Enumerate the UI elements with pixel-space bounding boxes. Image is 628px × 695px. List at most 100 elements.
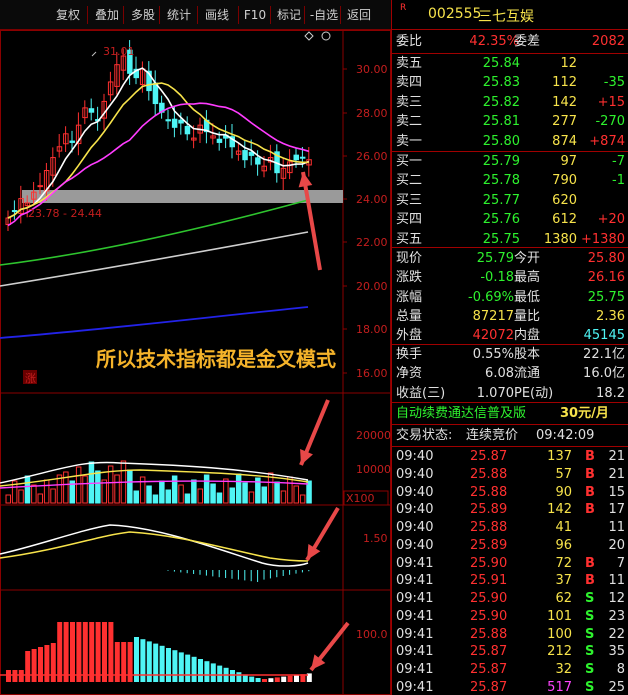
- stat-value: 26.16: [587, 270, 625, 286]
- kdj-bar: [146, 641, 152, 682]
- weibi-value: 42.35%: [469, 34, 519, 49]
- stat2-label: 股本: [514, 347, 541, 362]
- kdj-bar: [230, 670, 235, 682]
- stat-label: 现价: [396, 251, 423, 266]
- kline-chart-area[interactable]: 30.00 28.00 26.00 24.00 22.00 20.00 18.00 16.00…: [0, 30, 391, 695]
- candle-body: [165, 119, 171, 122]
- toolbar-separator: [340, 6, 341, 24]
- volume-bar: [5, 494, 11, 504]
- volume-bar: [299, 494, 306, 504]
- bid-change: -7: [612, 154, 625, 169]
- divider: [392, 424, 628, 425]
- kdj-bar: [274, 677, 280, 682]
- stat-label: 最高: [514, 270, 541, 286]
- bid-price: 25.76: [482, 212, 520, 228]
- toolbar-button[interactable]: 标记: [273, 5, 305, 25]
- ask-price: 25.83: [482, 75, 520, 91]
- volume-bar: [229, 487, 235, 504]
- stat-value: 25.80: [587, 251, 625, 266]
- kdj-axis-label: 100.0: [356, 628, 388, 641]
- kdj-bar: [268, 678, 274, 682]
- kdj-bar: [114, 642, 120, 682]
- stat2-row: 换手 0.55% 股本 22.1亿: [392, 345, 628, 365]
- stat2-label: 净资: [396, 366, 423, 382]
- volume-unit-label: X100: [346, 492, 375, 505]
- stock-name: 三七互娱: [478, 9, 534, 25]
- ask-price: 25.84: [482, 56, 520, 71]
- stat-value: 87217: [472, 308, 514, 324]
- kdj-bar: [6, 670, 11, 682]
- status-time: 09:42:09: [536, 428, 595, 443]
- toolbar-button[interactable]: 多股: [126, 5, 160, 25]
- stat2-row: 净资 6.08 流通 16.0亿: [392, 364, 628, 384]
- volume-bar: [261, 486, 267, 504]
- bid-volume: 620: [552, 192, 577, 208]
- tick-direction: S: [585, 679, 595, 695]
- diamond-icon[interactable]: [304, 31, 314, 41]
- range-label: 23.78 - 24.44: [28, 207, 102, 220]
- ask-change: -270: [595, 114, 625, 130]
- toolbar-button[interactable]: 复权: [51, 5, 85, 25]
- stat-row: 总量 87217 量比 2.36: [392, 307, 628, 327]
- candle-body: [216, 138, 223, 143]
- kdj-bar: [191, 656, 197, 682]
- ask-row: 卖四 25.83 112 -35: [392, 73, 628, 93]
- divider: [392, 247, 628, 248]
- toolbar-button[interactable]: -自选: [307, 5, 341, 25]
- bid-row: 买一 25.79 97 -7: [392, 152, 628, 172]
- volume-bar: [242, 482, 248, 504]
- kdj-bar: [57, 622, 63, 682]
- candle-body: [184, 125, 191, 135]
- volume-bar: [139, 476, 146, 504]
- volume-bar: [127, 469, 133, 504]
- kdj-bar: [217, 665, 223, 682]
- toolbar-button[interactable]: 返回: [343, 5, 375, 25]
- stock-code: 002555: [428, 6, 482, 22]
- toolbar-button[interactable]: 叠加: [90, 5, 124, 25]
- candle-body: [178, 119, 184, 124]
- circle-icon[interactable]: [321, 31, 331, 41]
- promo-row: 自动续费通达信普及版 30元/月: [392, 404, 628, 424]
- stat-value: 25.75: [587, 289, 625, 305]
- bid-row: 买二 25.78 790 -1: [392, 171, 628, 191]
- toolbar-button[interactable]: 画线: [200, 5, 234, 25]
- bid-row: 买三 25.77 620: [392, 191, 628, 211]
- bid-price: 25.77: [482, 192, 520, 208]
- volume-bar: [152, 494, 159, 504]
- stat-value: -0.69%: [468, 289, 514, 305]
- macd-axis-label: 1.50: [363, 532, 388, 545]
- volume-bar: [75, 466, 82, 504]
- stat2-value: 16.0亿: [583, 366, 625, 382]
- stat-value: 2.36: [596, 308, 625, 324]
- volume-bar: [287, 476, 293, 504]
- volume-bar: [159, 480, 165, 504]
- price-axis-label: 18.00: [356, 323, 388, 336]
- stat-label: 最低: [514, 289, 541, 305]
- ask-volume: 874: [552, 133, 577, 149]
- kdj-bar: [82, 622, 88, 682]
- volume-bar: [184, 493, 191, 504]
- price-axis-label: 22.00: [356, 236, 388, 249]
- stat2-label: 流通: [514, 366, 541, 382]
- candle-body: [11, 210, 18, 213]
- annotation-text: 所以技术指标都是金叉模式: [96, 347, 336, 371]
- bid-price: 25.79: [482, 154, 520, 169]
- bid-label: 买四: [396, 212, 423, 228]
- kdj-bar: [262, 679, 267, 682]
- candle-body: [37, 185, 43, 188]
- toolbar-button[interactable]: 统计: [162, 5, 196, 25]
- bid-volume: 612: [552, 212, 577, 228]
- volume-bar: [274, 481, 280, 504]
- volume-bar: [114, 474, 120, 504]
- kdj-bar: [12, 670, 18, 682]
- weibi-label: 委比: [396, 34, 423, 49]
- rise-marker: 涨: [25, 372, 36, 385]
- ask-volume: 12: [560, 56, 577, 71]
- ask-row: 卖三 25.82 142 +15: [392, 93, 628, 113]
- toolbar-button[interactable]: F10: [241, 5, 269, 25]
- price-axis-label: 30.00: [356, 63, 388, 76]
- chart-toolbar: 复权 叠加 多股 统计 画线 F10 标记 -自选 返回: [0, 0, 391, 30]
- kdj-bar: [178, 652, 184, 682]
- kdj-bar: [294, 675, 299, 682]
- stat-label: 总量: [396, 308, 423, 324]
